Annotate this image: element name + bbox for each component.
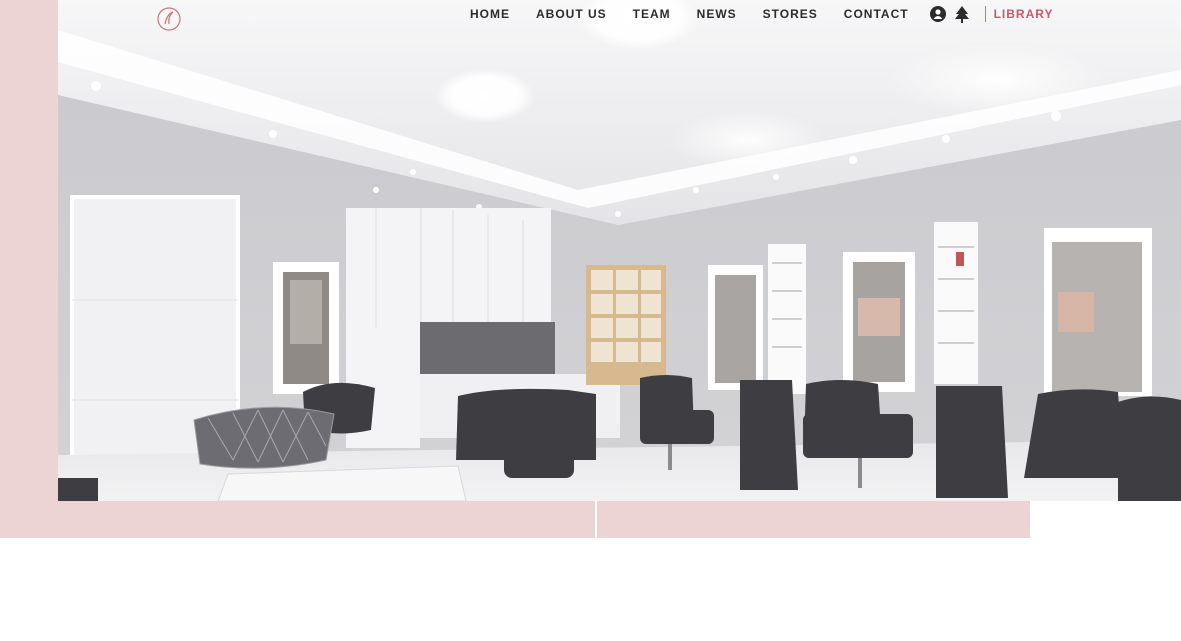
left-pink-panel xyxy=(0,0,58,538)
nav-divider xyxy=(984,6,986,22)
nav-item-stores[interactable]: STORES xyxy=(763,7,818,21)
nav-item-news[interactable]: NEWS xyxy=(697,7,737,21)
nav-item-contact[interactable]: CONTACT xyxy=(844,7,909,21)
nav-item-home[interactable]: HOME xyxy=(470,7,510,21)
bottom-pink-panel-left xyxy=(0,501,595,538)
top-navigation-bar: HOME ABOUT US TEAM NEWS STORES CONTACT L… xyxy=(58,0,1181,34)
logo-mark-icon xyxy=(157,7,181,31)
nav-item-about-us[interactable]: ABOUT US xyxy=(536,7,607,21)
hero-image xyxy=(58,0,1181,501)
brand-logo[interactable] xyxy=(156,6,187,32)
person-icon[interactable] xyxy=(929,5,947,23)
nav-cta-library[interactable]: LIBRARY xyxy=(994,7,1054,21)
tree-icon[interactable] xyxy=(953,5,971,23)
nav-item-team[interactable]: TEAM xyxy=(633,7,671,21)
bottom-pink-panel-right xyxy=(597,501,1030,538)
main-nav: HOME ABOUT US TEAM NEWS STORES CONTACT L… xyxy=(470,5,1053,23)
